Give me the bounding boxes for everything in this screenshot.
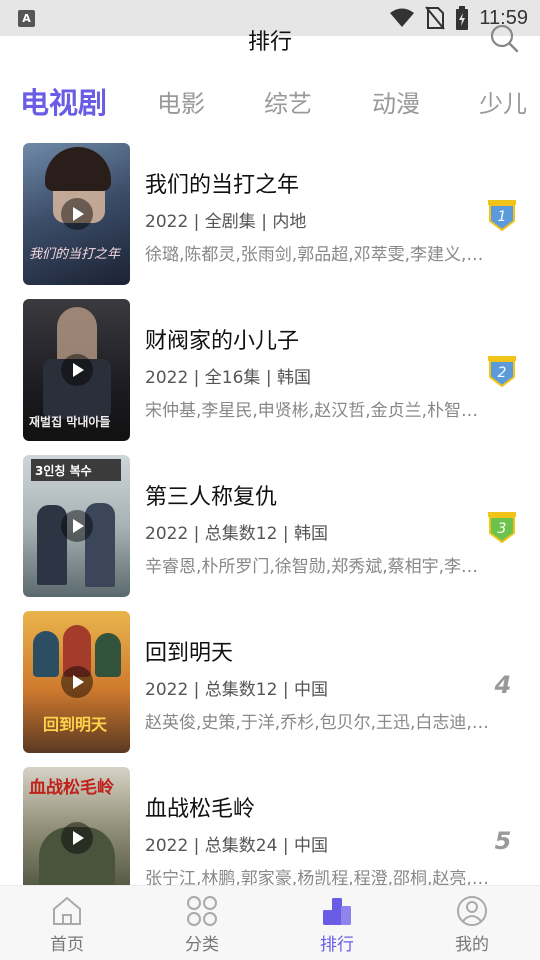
item-cast: 宋仲基,李星民,申贤彬,赵汉哲,金贞兰,朴智… — [145, 401, 479, 421]
tab-anime[interactable]: 动漫 — [372, 84, 420, 119]
item-cast: 辛睿恩,朴所罗门,徐智勋,郑秀斌,蔡相宇,李… — [145, 557, 479, 577]
item-title[interactable]: 我们的当打之年 — [145, 167, 299, 199]
poster-image[interactable]: 我们的当打之年 — [23, 143, 130, 285]
poster-image[interactable]: 재벌집 막내아들 — [23, 299, 130, 441]
list-item[interactable]: 재벌집 막내아들 财阀家的小儿子 2022 | 全16集 | 韩国 宋仲基,李星… — [0, 299, 540, 441]
home-icon — [53, 896, 81, 925]
nav-label: 分类 — [185, 935, 219, 955]
list-item[interactable]: 3인칭 복수 第三人称复仇 2022 | 总集数12 | 韩国 辛睿恩,朴所罗门… — [0, 455, 540, 597]
nav-home[interactable]: 首页 — [27, 894, 107, 956]
search-icon[interactable] — [488, 22, 520, 54]
nav-label: 排行 — [320, 935, 354, 955]
play-icon[interactable] — [60, 666, 93, 698]
rank-number: 5 — [494, 827, 512, 855]
item-title[interactable]: 财阀家的小儿子 — [145, 323, 299, 355]
item-title[interactable]: 第三人称复仇 — [145, 479, 277, 511]
rank-number: 3 — [498, 521, 507, 537]
item-meta: 2022 | 全16集 | 韩国 — [145, 368, 311, 388]
bottom-nav: 首页 分类 排行 我的 — [0, 885, 540, 960]
rank-badge-icon: 3 — [488, 512, 516, 543]
tab-variety[interactable]: 综艺 — [264, 84, 312, 119]
poster-image[interactable]: 回到明天 — [23, 611, 130, 753]
rank-number: 4 — [494, 671, 512, 699]
nav-label: 我的 — [455, 935, 489, 955]
item-cast: 赵英俊,史策,于洋,乔杉,包贝尔,王迅,白志迪,… — [145, 713, 489, 733]
poster-caption: 血战松毛岭 — [29, 778, 114, 798]
nav-ranking[interactable]: 排行 — [297, 894, 377, 956]
poster-image[interactable]: 3인칭 복수 — [23, 455, 130, 597]
item-title[interactable]: 血战松毛岭 — [145, 791, 255, 823]
play-icon[interactable] — [60, 822, 93, 854]
poster-caption: 我们的当打之年 — [29, 247, 121, 262]
item-title[interactable]: 回到明天 — [145, 635, 233, 667]
tab-kids[interactable]: 少儿 — [479, 84, 527, 119]
play-icon[interactable] — [60, 354, 93, 386]
list-item[interactable]: 回到明天 回到明天 2022 | 总集数12 | 中国 赵英俊,史策,于洋,乔杉… — [0, 611, 540, 753]
grid-icon — [187, 896, 217, 926]
nav-label: 首页 — [50, 935, 84, 955]
page-title: 排行 — [247, 30, 292, 55]
item-meta: 2022 | 总集数12 | 中国 — [145, 680, 328, 700]
item-meta: 2022 | 总集数24 | 中国 — [145, 836, 328, 856]
poster-caption: 回到明天 — [43, 715, 108, 734]
tab-movies[interactable]: 电影 — [157, 84, 205, 119]
play-icon[interactable] — [60, 198, 93, 230]
poster-caption: 재벌집 막내아들 — [29, 415, 111, 429]
item-meta: 2022 | 全剧集 | 内地 — [145, 212, 307, 232]
category-tabs: 电视剧 电影 综艺 动漫 少儿 — [0, 84, 540, 134]
poster-caption: 3인칭 복수 — [35, 464, 92, 478]
profile-icon — [457, 896, 487, 926]
tab-tv-series[interactable]: 电视剧 — [20, 80, 107, 122]
rank-badge-icon: 1 — [488, 200, 516, 231]
nav-profile[interactable]: 我的 — [432, 894, 512, 956]
rank-number: 2 — [498, 365, 507, 381]
nav-category[interactable]: 分类 — [162, 894, 242, 956]
play-icon[interactable] — [60, 510, 93, 542]
ranking-icon — [323, 898, 351, 925]
item-cast: 徐璐,陈都灵,张雨剑,郭品超,邓萃雯,李建义,… — [145, 245, 484, 265]
item-meta: 2022 | 总集数12 | 韩国 — [145, 524, 328, 544]
header: 排行 — [0, 18, 540, 62]
rank-number: 1 — [498, 209, 507, 225]
list-item[interactable]: 我们的当打之年 我们的当打之年 2022 | 全剧集 | 内地 徐璐,陈都灵,张… — [0, 143, 540, 285]
rank-badge-icon: 2 — [488, 356, 516, 387]
